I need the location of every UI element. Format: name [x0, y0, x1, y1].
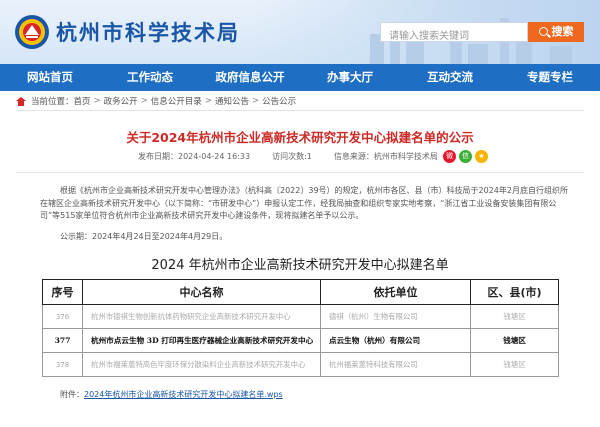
- cell-host-unit: 德祺（杭州）生物有限公司: [320, 304, 471, 329]
- qzone-share-icon[interactable]: ★: [475, 150, 488, 163]
- attachment-link[interactable]: 2024年杭州市企业高新技术研究开发中心拟建名单.wps: [84, 390, 283, 399]
- emblem-logo-icon: [15, 15, 49, 49]
- divider: [16, 110, 584, 111]
- share-bar: 微 信 ★: [443, 150, 488, 163]
- cell-host-unit: 点云生物（杭州）有限公司: [320, 328, 471, 353]
- nav-item-gov-info[interactable]: 政府信息公开: [200, 64, 300, 91]
- search-icon: [538, 27, 548, 36]
- header-host-unit: 依托单位: [320, 279, 471, 305]
- attachment: 附件：2024年杭州市企业高新技术研究开发中心拟建名单.wps: [60, 389, 283, 400]
- breadcrumb-separator: >: [251, 96, 260, 106]
- attachment-label: 附件：: [60, 390, 84, 399]
- site-header: 杭州市科学技术局 请输入搜索关键词 搜索: [0, 0, 600, 64]
- cell-district: 钱塘区: [470, 328, 559, 353]
- list-title: 2024 年杭州市企业高新技术研究开发中心拟建名单: [151, 258, 449, 273]
- table-header-row: 序号 中心名称 依托单位 区、县(市): [42, 279, 559, 305]
- header-center-name: 中心名称: [82, 279, 321, 305]
- nav-item-special[interactable]: 专题专栏: [500, 64, 600, 91]
- breadcrumb-separator: >: [140, 96, 148, 106]
- cell-no: 377: [42, 328, 83, 353]
- breadcrumb-separator: >: [93, 96, 101, 106]
- table-row: 378 杭州市福莱蒽特高色牢度环保分散染料企业高新技术研究开发中心 杭州福莱蒽特…: [42, 352, 559, 377]
- header-no: 序号: [42, 279, 83, 305]
- nav-item-interaction[interactable]: 互动交流: [400, 64, 500, 91]
- home-icon: [16, 96, 26, 106]
- info-source: 信息来源：杭州市科学技术局: [333, 152, 438, 161]
- cell-host-unit: 杭州福莱蒽特科技有限公司: [320, 352, 471, 377]
- wechat-share-icon[interactable]: 信: [459, 150, 472, 163]
- main-nav: 网站首页 工作动态 政府信息公开 办事大厅 互动交流 专题专栏: [0, 64, 600, 91]
- publicity-period: 公示期：2024年4月24日至2024年4月29日。: [60, 232, 228, 241]
- search-button[interactable]: 搜索: [528, 22, 584, 42]
- breadcrumb-item[interactable]: 公告公示: [262, 95, 296, 107]
- breadcrumb-separator: >: [204, 96, 212, 106]
- search-button-label: 搜索: [551, 25, 574, 38]
- header-district: 区、县(市): [470, 279, 559, 305]
- site-title[interactable]: 杭州市科学技术局: [56, 17, 240, 47]
- publish-date: 发布日期：2024-04-24 16:33: [138, 152, 251, 161]
- cell-district: 钱塘区: [470, 304, 559, 329]
- roster-table: 序号 中心名称 依托单位 区、县(市) 376 杭州市德祺生物创新抗体药物研究企…: [42, 279, 559, 377]
- article-title: 关于2024年杭州市企业高新技术研究开发中心拟建名单的公示: [126, 130, 474, 145]
- breadcrumb-item[interactable]: 通知公告: [215, 95, 249, 107]
- breadcrumb-label: 当前位置：: [31, 97, 74, 107]
- search-input[interactable]: 请输入搜索关键词: [380, 22, 528, 42]
- nav-item-service-hall[interactable]: 办事大厅: [300, 64, 400, 91]
- article-meta: 发布日期：2024-04-24 16:33 访问次数:1 信息来源：杭州市科学技…: [138, 151, 438, 162]
- table-row: 376 杭州市德祺生物创新抗体药物研究企业高新技术研究开发中心 德祺（杭州）生物…: [42, 304, 559, 329]
- nav-item-work-news[interactable]: 工作动态: [100, 64, 200, 91]
- view-count: 访问次数:1: [272, 152, 312, 161]
- cell-no: 376: [42, 304, 83, 329]
- table-row: 377 杭州市点云生物 3D 打印再生医疗器械企业高新技术研究开发中心 点云生物…: [42, 328, 559, 353]
- article-paragraph: 根据《杭州市企业高新技术研究开发中心管理办法》（杭科高〔2022〕39号）的规定…: [40, 186, 568, 221]
- cell-no: 378: [42, 352, 83, 377]
- breadcrumb: 当前位置： 首页 > 政务公开 > 信息公开目录 > 通知公告 > 公告公示: [16, 94, 296, 108]
- cell-center-name: 杭州市福莱蒽特高色牢度环保分散染料企业高新技术研究开发中心: [82, 352, 321, 377]
- breadcrumb-item[interactable]: 首页: [74, 95, 91, 107]
- divider: [16, 172, 584, 173]
- weibo-share-icon[interactable]: 微: [443, 150, 456, 163]
- cell-center-name: 杭州市点云生物 3D 打印再生医疗器械企业高新技术研究开发中心: [82, 328, 321, 353]
- cell-center-name: 杭州市德祺生物创新抗体药物研究企业高新技术研究开发中心: [82, 304, 321, 329]
- cell-district: 钱塘区: [470, 352, 559, 377]
- breadcrumb-item[interactable]: 信息公开目录: [151, 95, 202, 107]
- breadcrumb-item[interactable]: 政务公开: [104, 95, 138, 107]
- nav-item-home[interactable]: 网站首页: [0, 64, 100, 91]
